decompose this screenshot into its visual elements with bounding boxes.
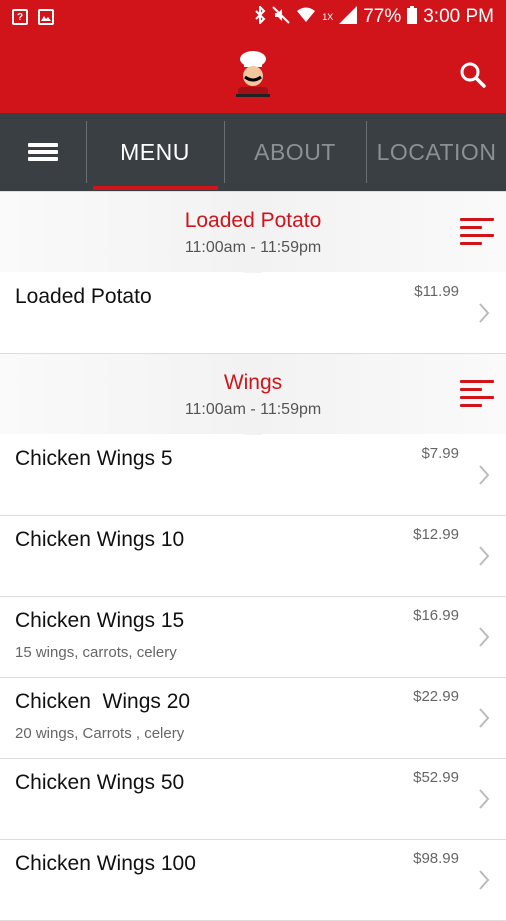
item-name: Chicken Wings 50 — [15, 771, 185, 794]
section-title: Wings — [223, 371, 283, 394]
menu-hamburger-icon[interactable] — [0, 113, 86, 191]
menu-item[interactable]: Chicken Wings 10 $12.99 — [0, 516, 506, 597]
mute-icon — [272, 6, 290, 28]
bluetooth-icon — [254, 4, 266, 28]
filter-icon[interactable] — [460, 218, 494, 246]
network-type: 1X — [322, 12, 334, 22]
chevron-right-icon — [476, 788, 492, 810]
item-price: $98.99 — [413, 850, 459, 867]
notification-help-icon: ? — [12, 9, 28, 25]
item-description: 15 wings, carrots, celery — [15, 644, 177, 661]
notification-image-icon — [38, 9, 54, 25]
chevron-right-icon — [476, 545, 492, 567]
tab-location[interactable]: LOCATION — [367, 113, 506, 191]
item-name: Loaded Potato — [15, 285, 152, 308]
battery-icon — [407, 6, 418, 28]
item-price: $52.99 — [413, 769, 459, 786]
tab-menu[interactable]: MENU — [87, 113, 223, 191]
section-title: Loaded Potato — [184, 209, 322, 232]
menu-item[interactable]: Loaded Potato $11.99 — [0, 273, 506, 354]
menu-item[interactable]: Chicken Wings 50 $52.99 — [0, 759, 506, 840]
filter-icon[interactable] — [460, 380, 494, 408]
chevron-right-icon — [476, 464, 492, 486]
battery-percent: 77% — [363, 6, 402, 27]
section-hours: 11:00am - 11:59pm — [184, 239, 322, 256]
section-header-wings: Wings 11:00am - 11:59pm — [0, 353, 506, 443]
section-hours: 11:00am - 11:59pm — [184, 401, 322, 418]
item-price: $11.99 — [414, 283, 459, 300]
signal-icon — [339, 6, 358, 28]
tab-about[interactable]: ABOUT — [225, 113, 365, 191]
item-name: Chicken Wings 100 — [15, 852, 196, 875]
section-header-loaded-potato: Loaded Potato 11:00am - 11:59pm — [0, 191, 506, 281]
menu-item[interactable]: Chicken Wings 100 $98.99 — [0, 840, 506, 921]
status-bar: ? 1X 77% 3:00 PM — [0, 0, 506, 36]
chevron-right-icon — [476, 707, 492, 729]
menu-item[interactable]: Chicken Wings 5 $7.99 — [0, 435, 506, 516]
chevron-right-icon — [476, 302, 492, 324]
menu-item[interactable]: Chicken Wings 15 15 wings, carrots, cele… — [0, 597, 506, 678]
chevron-right-icon — [476, 626, 492, 648]
active-tab-indicator — [93, 186, 218, 190]
item-name: Chicken Wings 20 — [15, 690, 191, 713]
item-name: Chicken Wings 10 — [15, 528, 185, 551]
clock: 3:00 PM — [423, 6, 494, 27]
app-bar — [0, 36, 506, 113]
item-price: $7.99 — [421, 445, 459, 462]
item-name: Chicken Wings 15 — [15, 609, 185, 632]
chevron-right-icon — [476, 869, 492, 891]
item-price: $22.99 — [413, 688, 459, 705]
chef-logo-icon[interactable] — [228, 49, 278, 99]
menu-item[interactable]: Chicken Wings 20 20 wings, Carrots , cel… — [0, 678, 506, 759]
search-icon[interactable] — [458, 60, 488, 90]
tab-bar: MENU ABOUT LOCATION — [0, 113, 506, 191]
item-description: 20 wings, Carrots , celery — [15, 725, 185, 742]
item-name: Chicken Wings 5 — [15, 447, 173, 470]
wifi-icon — [296, 6, 316, 28]
item-price: $12.99 — [413, 526, 459, 543]
item-price: $16.99 — [413, 607, 459, 624]
